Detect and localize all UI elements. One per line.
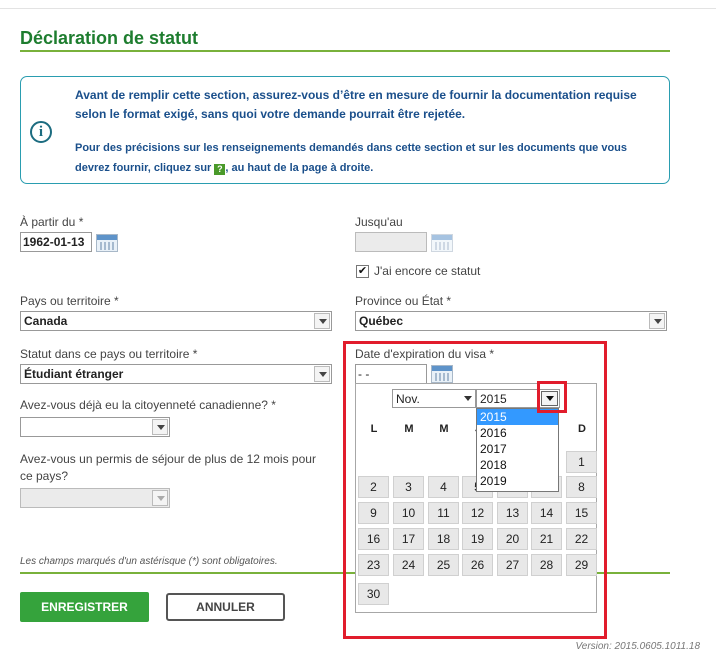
chevron-down-icon [314,313,330,329]
until-date-input[interactable] [355,232,427,252]
province-select[interactable]: Québec [355,311,667,331]
required-fields-note: Les champs marqués d'un astérisque (*) s… [20,556,278,567]
until-date-label: Jusqu'au [355,215,403,229]
status-label: Statut dans ce pays ou territoire * [20,347,198,361]
info-help-text-after: , au haut de la page à droite. [225,162,374,174]
from-date-label: À partir du * [20,215,84,229]
still-have-status-checkbox[interactable]: ✔ [356,265,369,278]
highlight-year-arrow-box [537,381,567,413]
version-text: Version: 2015.0605.1011.18 [575,641,700,652]
info-box: i Avant de remplir cette section, assure… [20,76,670,184]
country-value: Canada [24,314,68,328]
province-value: Québec [359,314,404,328]
status-select[interactable]: Étudiant étranger [20,364,332,384]
until-calendar-icon[interactable] [431,234,453,252]
chevron-down-icon [152,419,168,435]
status-value: Étudiant étranger [24,367,124,381]
still-have-status-label: J'ai encore ce statut [374,264,481,278]
citizenship-label: Avez-vous déjà eu la citoyenneté canadie… [20,398,276,412]
info-warning-text: Avant de remplir cette section, assurez-… [75,88,637,121]
permit-select[interactable] [20,488,170,508]
chevron-down-icon [314,366,330,382]
citizenship-select[interactable] [20,417,170,437]
save-button[interactable]: ENREGISTRER [20,592,149,622]
info-help-text: Pour des précisions sur les renseignemen… [75,138,655,178]
country-select[interactable]: Canada [20,311,332,331]
province-label: Province ou État * [355,294,452,308]
highlight-calendar-box [343,341,607,639]
country-label: Pays ou territoire * [20,294,119,308]
permit-label-line2: ce pays? [20,469,69,483]
help-icon: ? [214,164,226,175]
cancel-button[interactable]: ANNULER [166,593,285,621]
info-icon: i [30,121,52,143]
page-title: Déclaration de statut [20,28,199,48]
from-date-input[interactable]: 1962-01-13 [20,232,92,252]
from-calendar-icon[interactable] [96,234,118,252]
title-divider [20,50,670,52]
chevron-down-icon [152,490,168,506]
top-divider [0,8,716,9]
chevron-down-icon [649,313,665,329]
permit-label-line1: Avez-vous un permis de séjour de plus de… [20,452,316,466]
